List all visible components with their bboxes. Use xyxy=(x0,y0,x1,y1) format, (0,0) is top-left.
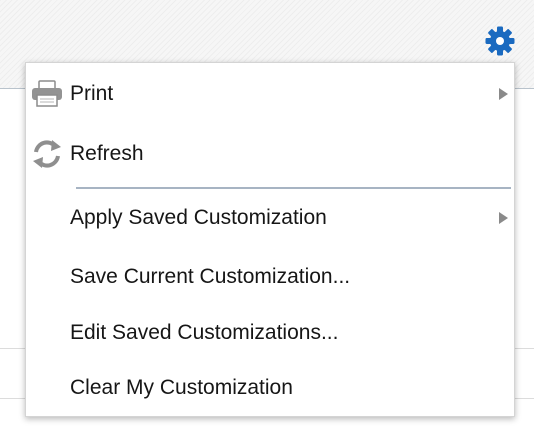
menu-item-label: Edit Saved Customizations... xyxy=(70,321,339,344)
settings-button[interactable] xyxy=(482,24,518,58)
menu-item-print[interactable]: Print xyxy=(26,69,514,119)
menu-item-label: Apply Saved Customization xyxy=(70,206,327,229)
settings-menu: Print Refresh Apply Saved Customization … xyxy=(25,62,515,417)
submenu-arrow-icon xyxy=(499,88,508,100)
menu-separator xyxy=(76,187,511,189)
menu-item-edit-saved-customizations[interactable]: Edit Saved Customizations... xyxy=(26,308,514,358)
refresh-icon xyxy=(30,139,64,169)
submenu-arrow-icon xyxy=(499,212,508,224)
menu-item-label: Refresh xyxy=(70,142,144,165)
menu-item-label: Print xyxy=(70,82,114,105)
menu-item-apply-saved-customization[interactable]: Apply Saved Customization xyxy=(26,193,514,243)
menu-item-save-current-customization[interactable]: Save Current Customization... xyxy=(26,252,514,302)
menu-item-label: Clear My Customization xyxy=(70,376,293,399)
menu-item-refresh[interactable]: Refresh xyxy=(26,129,514,179)
gear-icon xyxy=(485,26,515,56)
menu-item-clear-my-customization[interactable]: Clear My Customization xyxy=(26,363,514,413)
printer-icon xyxy=(30,79,64,109)
menu-item-label: Save Current Customization... xyxy=(70,265,351,288)
